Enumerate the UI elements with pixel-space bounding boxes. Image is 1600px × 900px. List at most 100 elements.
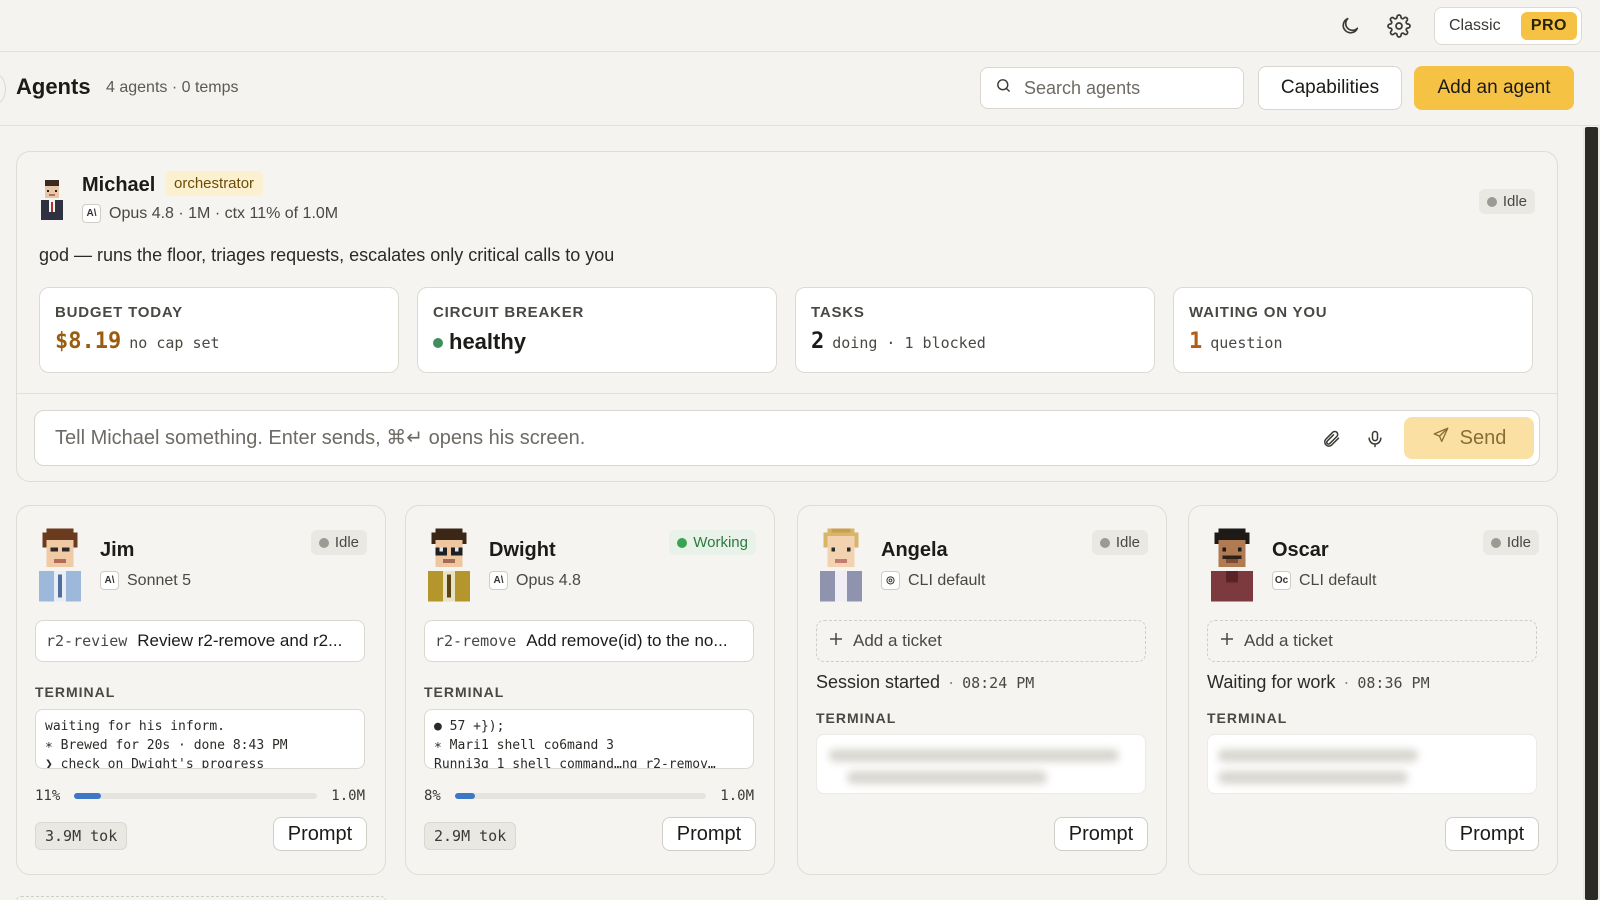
anthropic-icon: A\ — [100, 571, 119, 590]
add-ticket-label: Add a ticket — [1244, 631, 1333, 650]
send-button[interactable]: Send — [1404, 417, 1534, 459]
separator-dot: · — [948, 672, 955, 692]
page-header: Agents 4 agents · 0 temps Capabilities A… — [0, 52, 1600, 126]
scrollbar-thumb[interactable] — [1585, 127, 1598, 900]
status-label: Idle — [1506, 534, 1531, 551]
token-count-badge: 3.9M tok — [35, 822, 128, 850]
capabilities-button[interactable]: Capabilities — [1258, 66, 1402, 110]
metric-label: CIRCUIT BREAKER — [433, 304, 585, 321]
avatar — [35, 528, 85, 607]
avatar — [1207, 528, 1257, 607]
avatar — [424, 528, 474, 607]
metric-waiting: WAITING ON YOU 1 question — [1173, 287, 1533, 373]
mode-classic-option[interactable]: Classic — [1449, 17, 1521, 35]
separator-dot: · — [1343, 672, 1350, 692]
terminal-line: waiting for his inform. — [45, 719, 226, 734]
model-label: CLI default — [908, 571, 986, 589]
plus-icon — [1220, 631, 1234, 651]
paperclip-icon[interactable] — [1319, 427, 1343, 451]
ticket-title: Review r2-remove and r2... — [137, 631, 343, 650]
prompt-button[interactable]: Prompt — [1054, 817, 1148, 851]
blurred-terminal-line — [847, 771, 1047, 784]
session-status: Session started · 08:24 PM — [816, 672, 1034, 693]
blurred-terminal-line — [1218, 771, 1408, 784]
divider — [17, 393, 1557, 394]
add-ticket-button[interactable]: Add a ticket — [1207, 620, 1537, 662]
model-info: A\ Opus 4.8 — [489, 571, 581, 590]
agent-card-jim[interactable]: Jim A\ Sonnet 5 Idle r2-review Review r2… — [16, 505, 386, 875]
model-info: A\ Opus 4.8 · 1M · ctx 11% of 1.0M — [82, 204, 338, 223]
model-label: Opus 4.8 — [516, 571, 581, 589]
context-percent: 11% — [35, 788, 61, 804]
metric-value: 1 — [1189, 329, 1203, 354]
status-dot-icon — [1486, 196, 1497, 207]
add-ticket-button[interactable]: Add a ticket — [816, 620, 1146, 662]
agent-card-angela[interactable]: Angela ◎ CLI default Idle Add a ticket S… — [797, 505, 1167, 875]
message-composer[interactable]: Send — [34, 410, 1540, 466]
send-icon — [1432, 426, 1450, 450]
anthropic-icon: A\ — [489, 571, 508, 590]
metric-detail: doing · 1 blocked — [832, 334, 986, 352]
mode-toggle[interactable]: Classic PRO — [1434, 7, 1582, 45]
model-info: A\ Sonnet 5 — [100, 571, 191, 590]
prompt-button[interactable]: Prompt — [273, 817, 367, 851]
status-dot-icon — [1490, 537, 1501, 548]
model-label: Opus 4.8 · 1M · ctx 11% of 1.0M — [109, 204, 339, 222]
metric-label: BUDGET TODAY — [55, 304, 183, 321]
microphone-icon[interactable] — [1363, 427, 1387, 451]
terminal-line: Runni3g 1 shell command…ng r2-remov… — [434, 757, 716, 769]
anthropic-icon: A\ — [82, 204, 101, 223]
terminal-preview[interactable]: waiting for his inform. ∗ Brewed for 20s… — [35, 709, 365, 769]
terminal-line: ∗ Mari1 shell co6mand 3 — [434, 738, 615, 753]
model-info: Oc CLI default — [1272, 571, 1376, 590]
status-label: Working — [693, 534, 748, 551]
add-agent-button[interactable]: Add an agent — [1414, 66, 1574, 110]
context-bar-fill — [454, 793, 475, 799]
metric-label: TASKS — [811, 304, 865, 321]
page-title: Agents — [16, 74, 91, 99]
ticket-id: r2-remove — [435, 632, 517, 650]
session-text: Session started — [816, 672, 941, 692]
terminal-preview[interactable]: ● 57 +}); ∗ Mari1 shell co6mand 3 Runni3… — [424, 709, 754, 769]
ticket-chip[interactable]: r2-review Review r2-remove and r2... — [35, 620, 365, 662]
orchestrator-card: Michael orchestrator A\ Opus 4.8 · 1M · … — [16, 151, 1558, 482]
status-badge: Idle — [1482, 530, 1539, 555]
agent-card-oscar[interactable]: Oscar Oc CLI default Idle Add a ticket W… — [1188, 505, 1558, 875]
metric-circuit-breaker: CIRCUIT BREAKER healthy — [417, 287, 777, 373]
sidebar-collapse-handle[interactable] — [0, 74, 6, 104]
context-bar-fill — [74, 793, 102, 799]
blurred-terminal-line — [829, 749, 1119, 762]
context-percent: 8% — [424, 788, 441, 804]
search-input[interactable] — [1024, 77, 1224, 99]
prompt-button[interactable]: Prompt — [662, 817, 756, 851]
orchestrator-name: Michael — [82, 174, 156, 196]
mode-pro-option[interactable]: PRO — [1520, 12, 1577, 40]
status-label: Idle — [334, 534, 359, 551]
gear-icon[interactable] — [1385, 12, 1413, 40]
moon-icon[interactable] — [1336, 12, 1364, 40]
orchestrator-description: god — runs the floor, triages requests, … — [39, 245, 615, 265]
model-label: CLI default — [1299, 571, 1377, 589]
ticket-chip[interactable]: r2-remove Add remove(id) to the no... — [424, 620, 754, 662]
search-box[interactable] — [980, 67, 1244, 109]
plus-icon — [829, 631, 843, 651]
add-ticket-label: Add a ticket — [853, 631, 942, 650]
session-time: 08:24 PM — [962, 674, 1035, 692]
prompt-button[interactable]: Prompt — [1445, 817, 1539, 851]
agent-count: 4 agents · 0 temps — [106, 79, 239, 96]
session-time: 08:36 PM — [1357, 674, 1430, 692]
metric-detail: question — [1210, 334, 1283, 352]
terminal-preview[interactable] — [1207, 734, 1537, 794]
avatar — [39, 180, 65, 225]
send-label: Send — [1459, 426, 1507, 449]
status-badge: Idle — [310, 530, 367, 555]
terminal-preview[interactable] — [816, 734, 1146, 794]
context-usage: 11% 1.0M — [35, 788, 365, 804]
agent-card-dwight[interactable]: Dwight A\ Opus 4.8 Working r2-remove Add… — [405, 505, 775, 875]
terminal-line: ● 57 +}); — [434, 719, 505, 734]
scrollbar[interactable] — [1583, 127, 1600, 900]
agent-name: Dwight — [489, 539, 556, 561]
message-input[interactable] — [55, 427, 1295, 450]
top-bar: Classic PRO — [0, 0, 1600, 52]
terminal-line: ∗ Brewed for 20s · done 8:43 PM — [45, 738, 288, 753]
